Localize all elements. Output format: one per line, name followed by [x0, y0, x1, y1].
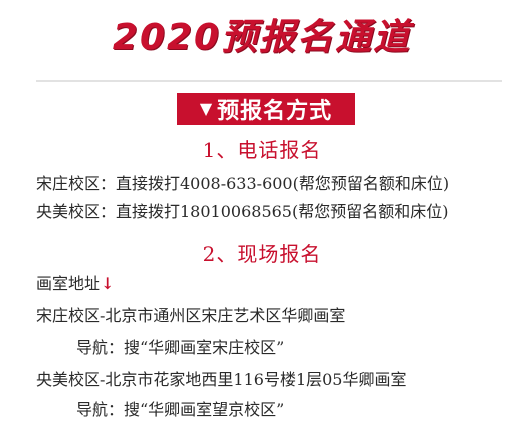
onsite-section-title: 2、现场报名	[202, 242, 322, 266]
address-yangmei: 央美校区-北京市花家地西里116号楼1层05华卿画室	[36, 370, 407, 389]
arrow-down-icon: ↓	[101, 274, 115, 293]
navigation-yangmei: 导航：搜“华卿画室望京校区”	[76, 400, 285, 419]
address-songzhuang: 宋庄校区-北京市通州区宋庄艺术区华卿画室	[36, 306, 346, 325]
phone-section-title: 1、电话报名	[202, 138, 322, 162]
poster-page: 2020预报名通道 ▼ 预报名方式 1、电话报名 宋庄校区：直接拨打4008-6…	[0, 0, 524, 426]
phone-line-songzhuang: 宋庄校区：直接拨打4008-633-600(帮您预留名额和床位)	[36, 174, 450, 193]
phone-line-yangmei: 央美校区：直接拨打18010068565(帮您预留名额和床位)	[36, 202, 449, 221]
page-headline: 2020预报名通道	[112, 17, 412, 58]
address-label: 画室地址	[36, 274, 101, 293]
registration-methods-banner: ▼ 预报名方式	[177, 93, 355, 125]
banner-label: 预报名方式	[217, 99, 333, 124]
address-label-line: 画室地址↓	[36, 272, 114, 296]
header-divider	[36, 80, 502, 82]
navigation-songzhuang: 导航：搜“华卿画室宋庄校区”	[76, 338, 285, 357]
triangle-down-icon: ▼	[199, 99, 214, 118]
